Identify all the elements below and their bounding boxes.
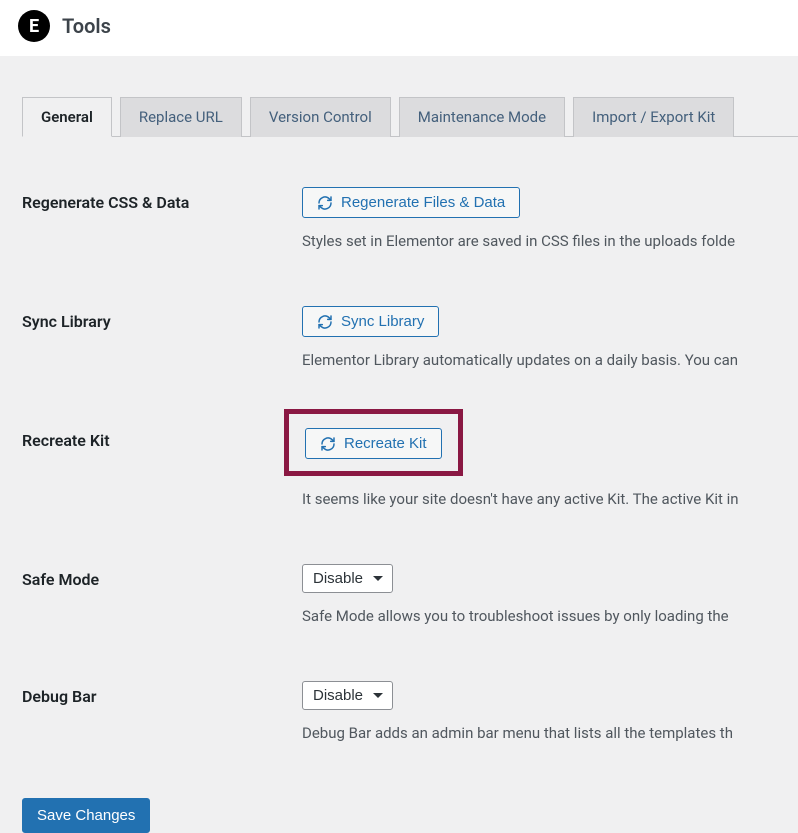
highlight-box: Recreate Kit — [284, 409, 463, 476]
row-description: Styles set in Elementor are saved in CSS… — [302, 232, 798, 250]
sync-library-button[interactable]: Sync Library — [302, 306, 439, 337]
regenerate-files-button[interactable]: Regenerate Files & Data — [302, 187, 520, 218]
tab-label: Maintenance Mode — [418, 108, 546, 126]
row-safe-mode: Safe Mode Disable Enable Safe Mode allow… — [22, 564, 798, 625]
safe-mode-select[interactable]: Disable Enable — [302, 564, 393, 593]
tab-import-export-kit[interactable]: Import / Export Kit — [573, 97, 734, 137]
recreate-kit-button[interactable]: Recreate Kit — [305, 428, 442, 459]
row-control: Regenerate Files & Data Styles set in El… — [302, 187, 798, 250]
save-row: Save Changes — [22, 798, 798, 833]
row-control: Recreate Kit It seems like your site doe… — [302, 425, 798, 508]
row-control: Disable Enable Debug Bar adds an admin b… — [302, 681, 798, 742]
tab-label: Replace URL — [139, 108, 223, 126]
tab-label: Version Control — [269, 108, 372, 126]
row-label: Debug Bar — [22, 681, 302, 706]
row-label: Safe Mode — [22, 564, 302, 589]
tab-label: General — [41, 108, 93, 126]
refresh-icon — [320, 436, 336, 452]
row-description: Safe Mode allows you to troubleshoot iss… — [302, 607, 798, 625]
button-label: Sync Library — [341, 313, 424, 330]
logo-letter: E — [29, 16, 39, 37]
tab-maintenance-mode[interactable]: Maintenance Mode — [399, 97, 565, 137]
row-label: Sync Library — [22, 306, 302, 331]
button-label: Save Changes — [37, 807, 135, 824]
row-description: Elementor Library automatically updates … — [302, 351, 798, 369]
tab-bar: General Replace URL Version Control Main… — [22, 96, 798, 137]
debug-bar-select[interactable]: Disable Enable — [302, 681, 393, 710]
row-debug-bar: Debug Bar Disable Enable Debug Bar adds … — [22, 681, 798, 742]
page-header: E Tools — [0, 0, 798, 56]
row-label: Regenerate CSS & Data — [22, 187, 302, 212]
row-control: Sync Library Elementor Library automatic… — [302, 306, 798, 369]
content-area: General Replace URL Version Control Main… — [0, 96, 798, 833]
page-title: Tools — [62, 14, 111, 38]
row-label: Recreate Kit — [22, 425, 302, 450]
row-control: Disable Enable Safe Mode allows you to t… — [302, 564, 798, 625]
row-description: Debug Bar adds an admin bar menu that li… — [302, 724, 798, 742]
row-description: It seems like your site doesn't have any… — [302, 490, 798, 508]
row-recreate-kit: Recreate Kit Recreate Kit It seems like … — [22, 425, 798, 508]
settings-form: Regenerate CSS & Data Regenerate Files &… — [22, 187, 798, 833]
elementor-logo-icon: E — [18, 10, 50, 42]
refresh-icon — [317, 195, 333, 211]
tab-general[interactable]: General — [22, 97, 112, 137]
button-label: Recreate Kit — [344, 435, 427, 452]
refresh-icon — [317, 314, 333, 330]
save-changes-button[interactable]: Save Changes — [22, 798, 150, 833]
row-regenerate-css: Regenerate CSS & Data Regenerate Files &… — [22, 187, 798, 250]
row-sync-library: Sync Library Sync Library Elementor Libr… — [22, 306, 798, 369]
tab-label: Import / Export Kit — [592, 108, 715, 126]
tab-version-control[interactable]: Version Control — [250, 97, 391, 137]
tab-replace-url[interactable]: Replace URL — [120, 97, 242, 137]
button-label: Regenerate Files & Data — [341, 194, 505, 211]
